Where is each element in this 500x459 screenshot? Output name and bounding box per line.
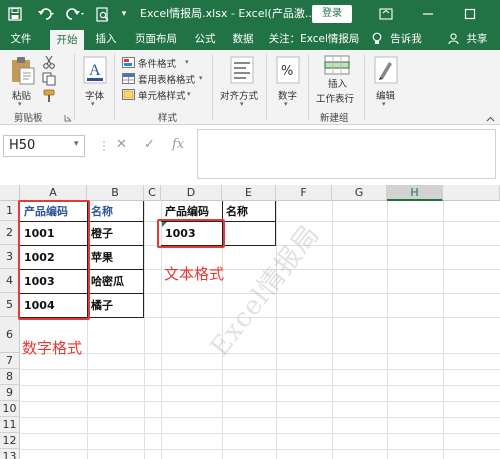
new-group-label: 新建组 [320,113,349,124]
cancel-icon[interactable]: ✕ [116,137,127,152]
login-button[interactable]: 登录 [312,5,352,23]
number-format-annotation: 数字格式 [22,339,83,357]
column-header-c[interactable]: C [144,185,161,201]
name-box[interactable]: H50 [3,135,85,157]
conditional-format-icon[interactable] [122,57,135,71]
row-header-2[interactable]: 2 [0,221,20,245]
save-icon[interactable] [4,0,26,28]
tell-me-search[interactable]: 告诉我 [388,28,424,50]
alignment-label[interactable]: 对齐方式 [220,88,258,102]
row-header-8[interactable]: 8 [0,369,20,385]
maximize-icon[interactable] [456,0,484,28]
cut-icon[interactable] [42,55,56,72]
column-header-h[interactable]: H [387,185,443,201]
copy-icon[interactable] [42,72,56,89]
conditional-format-label[interactable]: 条件格式 [138,56,176,70]
worksheet-line-label[interactable]: 工作表行 [316,91,354,105]
ribbon-display-options-icon[interactable] [372,0,400,28]
svg-text:A: A [89,62,101,79]
cell-b5[interactable]: 橘子 [87,293,144,317]
edit-dropdown-icon[interactable]: ▾ [382,100,386,108]
tab-follow[interactable]: 关注：Excel情报局 [268,28,360,50]
undo-icon[interactable] [34,0,60,28]
paste-icon[interactable] [10,56,36,89]
number-dropdown-icon[interactable]: ▾ [284,100,288,108]
cell-style-icon[interactable] [122,89,135,103]
column-header-b[interactable]: B [87,185,144,201]
column-header-d[interactable]: D [161,185,222,201]
conditional-format-dropdown-icon[interactable]: ▾ [185,58,189,66]
column-header-e[interactable]: E [222,185,276,201]
number-format-icon[interactable]: % [276,56,300,87]
alignment-icon[interactable] [230,56,254,87]
tab-data[interactable]: 数据 [228,28,258,50]
cell-b4[interactable]: 哈密瓜 [87,269,144,293]
share-person-icon[interactable] [446,28,460,50]
clipboard-launcher-icon[interactable] [64,112,72,125]
redo-icon[interactable] [62,0,88,28]
clipboard-group-label: 剪贴板 [14,113,43,124]
formula-bar-grip-icon[interactable]: ⋮ [98,139,110,153]
title-bar: ▾ Excel情报局.xlsx - Excel(产品激... 登录 [0,0,500,28]
row-header-5[interactable]: 5 [0,293,20,317]
name-box-dropdown-icon[interactable]: ▾ [74,139,79,149]
edit-icon[interactable] [374,56,398,87]
column-header-i[interactable] [443,185,500,201]
row-header-9[interactable]: 9 [0,385,20,401]
formula-input[interactable] [197,129,496,179]
cell-d1[interactable]: 产品编码 [161,201,222,221]
cell-b2[interactable]: 橙子 [87,221,144,245]
formula-bar: H50 ▾ ⋮ ✕ ✓ fx [0,125,500,185]
row-header-7[interactable]: 7 [0,353,20,369]
tab-home[interactable]: 开始 [50,30,84,50]
font-dropdown-icon[interactable]: ▾ [91,100,95,108]
column-header-a[interactable]: A [20,185,87,201]
insert-worksheet-row-icon[interactable] [324,55,350,78]
ribbon-tab-bar: 文件 开始 插入 页面布局 公式 数据 关注：Excel情报局 告诉我 共享 [0,28,500,50]
customize-icon[interactable]: ▾ [116,0,132,28]
table-format-icon[interactable] [122,73,135,87]
format-painter-icon[interactable] [42,89,56,106]
table-format-dropdown-icon[interactable]: ▾ [199,74,203,82]
table-format-label[interactable]: 套用表格格式 [138,72,195,86]
collapse-ribbon-icon[interactable] [486,112,495,125]
column-header-g[interactable]: G [332,185,387,201]
number-format-highlight [18,200,90,320]
row-header-3[interactable]: 3 [0,245,20,269]
cell-style-label[interactable]: 单元格样式 [138,88,186,102]
style-group-label: 样式 [158,113,178,124]
lightbulb-icon[interactable] [370,28,384,50]
tab-insert[interactable]: 插入 [90,28,122,50]
tab-file[interactable]: 文件 [4,28,38,50]
cell-e1[interactable]: 名称 [222,201,276,221]
text-format-highlight [157,219,225,248]
insert-function-icon[interactable]: fx [172,137,184,152]
row-header-1[interactable]: 1 [0,201,20,221]
row-header-6[interactable]: 6 [0,317,20,353]
cell-b3[interactable]: 苹果 [87,245,144,269]
cell-style-dropdown-icon[interactable]: ▾ [187,90,191,98]
column-header-f[interactable]: F [276,185,332,201]
row-header-10[interactable]: 10 [0,401,20,417]
row-header-13[interactable]: 13 [0,449,20,459]
row-header-4[interactable]: 4 [0,269,20,293]
share-button[interactable]: 共享 [462,28,492,50]
print-preview-icon[interactable] [92,0,114,28]
insert-label[interactable]: 插入 [328,76,347,90]
document-title: Excel情报局.xlsx - Excel(产品激... [140,7,316,20]
select-all-corner[interactable] [0,185,20,201]
font-icon[interactable]: A [83,56,107,87]
svg-text:%: % [281,64,293,79]
ribbon-panel: 粘贴 ▾ 剪贴板 A 字体 ▾ 条件格式 ▾ 套用表格格式 ▾ 单元格样式 ▾ … [0,50,500,125]
enter-icon[interactable]: ✓ [144,137,155,152]
tab-formulas[interactable]: 公式 [190,28,220,50]
row-header-12[interactable]: 12 [0,433,20,449]
row-header-11[interactable]: 11 [0,417,20,433]
cell-b1[interactable]: 名称 [87,201,144,221]
alignment-dropdown-icon[interactable]: ▾ [240,100,244,108]
text-format-annotation: 文本格式 [164,265,225,283]
paste-dropdown-icon[interactable]: ▾ [18,100,22,108]
minimize-icon[interactable] [414,0,442,28]
tab-page-layout[interactable]: 页面布局 [130,28,182,50]
